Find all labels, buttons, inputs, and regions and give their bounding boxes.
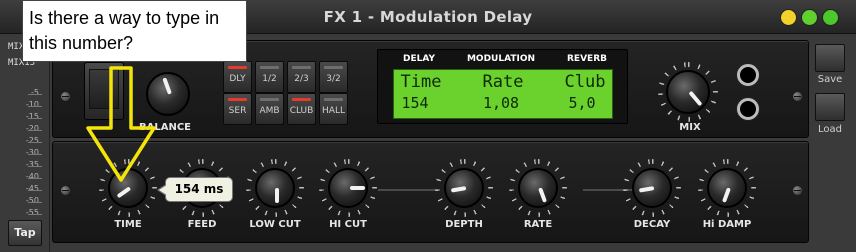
scale-tick [28, 94, 42, 95]
fx-button-label: 2/3 [294, 74, 309, 84]
load-button[interactable]: Load [812, 93, 848, 135]
fx-button-3-2[interactable]: 3/2 [319, 61, 348, 93]
mix-label-knob: MIX [679, 122, 701, 133]
save-button[interactable]: Save [812, 44, 848, 85]
scale-tick-label: -30 [25, 148, 39, 157]
scale-tick [28, 118, 42, 119]
fx-button-2-3[interactable]: 2/3 [287, 61, 316, 93]
minimize-icon[interactable] [780, 9, 797, 26]
lcd-name-club: Club [564, 72, 606, 92]
led-indicator [292, 98, 311, 101]
fx-button-label: SER [228, 106, 247, 116]
led-indicator [228, 98, 247, 101]
left-panel: MIX MIX13 Tap -5 -10 -15 -20 -25 -30 -35 -40 -45… [0, 34, 50, 252]
fx-button-dly[interactable]: DLY [223, 61, 252, 93]
time-knob[interactable] [108, 168, 148, 208]
save-label: Save [817, 74, 843, 85]
low-cut-knob[interactable] [255, 168, 295, 208]
fx-button-label: 3/2 [326, 74, 341, 84]
scale-tick-label: -5 [31, 88, 39, 97]
lcd-header-delay: DELAY [403, 54, 435, 64]
lcd-value-rate: 1,08 [482, 94, 520, 112]
fx-button-label: DLY [229, 74, 246, 84]
scale-tick-label: -50 [25, 196, 39, 205]
close-icon[interactable] [822, 9, 839, 26]
lcd-value-club: 5,0 [568, 94, 596, 112]
fx-button-label: CLUB [289, 106, 314, 116]
scale-tick [28, 202, 42, 203]
scale-tick [28, 154, 42, 155]
knob-label: Hi DAMP [702, 219, 752, 230]
hi-damp-knob[interactable] [707, 168, 747, 208]
fx-button-label: HALL [322, 106, 345, 116]
led-indicator [324, 66, 343, 69]
scale-tick [28, 106, 42, 107]
scale-tick [28, 130, 42, 131]
scale-tick-label: -35 [25, 160, 39, 169]
screw-icon [793, 92, 802, 101]
led-indicator [260, 66, 279, 69]
led-indicator [324, 98, 343, 101]
scale-tick-label: -25 [25, 136, 39, 145]
balance-knob[interactable] [146, 72, 190, 116]
folder-icon [815, 93, 845, 121]
screw-icon [61, 92, 70, 101]
led-indicator [292, 66, 311, 69]
fx-button-1-2[interactable]: 1/2 [255, 61, 284, 93]
scale-tick-label: -10 [25, 100, 39, 109]
scale-tick-label: -45 [25, 184, 39, 193]
lcd-name-rate: Rate [482, 72, 524, 92]
tap-button[interactable]: Tap [8, 220, 42, 246]
scale-tick-label: -55 [25, 208, 39, 217]
fx-button-hall[interactable]: HALL [319, 93, 348, 125]
depth-knob[interactable] [444, 168, 484, 208]
restore-icon[interactable] [801, 9, 818, 26]
scale-tick-label: -20 [25, 124, 39, 133]
output-jack-icon [737, 98, 759, 120]
scale-tick-label: -40 [25, 172, 39, 181]
scale-tick-label: -15 [25, 112, 39, 121]
lcd-screen: Time Rate Club 154 1,08 5,0 [393, 69, 613, 119]
lcd-header-reverb: REVERB [567, 54, 607, 64]
scale-tick [28, 214, 42, 215]
load-label: Load [818, 124, 842, 135]
screw-icon [793, 186, 802, 195]
annotation-callout: Is there a way to type in this number? [22, 0, 247, 62]
fx-button-label: AMB [259, 106, 280, 116]
fx-button-club[interactable]: CLUB [287, 93, 316, 125]
led-indicator [260, 98, 279, 101]
fx-button-ser[interactable]: SER [223, 93, 252, 125]
fx-button-label: 1/2 [262, 74, 277, 84]
mix-knob[interactable] [666, 70, 710, 114]
lcd-name-time: Time [400, 72, 442, 92]
knob-label: RATE [523, 219, 553, 230]
decay-knob[interactable] [632, 168, 672, 208]
save-icon [815, 44, 845, 72]
input-jack-icon [737, 64, 759, 86]
rate-knob[interactable] [518, 168, 558, 208]
screw-icon [61, 186, 70, 195]
lcd-display: DELAY MODULATION REVERB Time Rate Club 1… [377, 49, 628, 124]
divider-line [378, 189, 438, 191]
knob-label: HI CUT [329, 219, 367, 230]
balance-label: BALANCE [138, 122, 191, 133]
hi-cut-knob[interactable] [328, 168, 368, 208]
scale-tick [28, 190, 42, 191]
led-indicator [228, 66, 247, 69]
bypass-switch[interactable] [84, 62, 124, 120]
lcd-value-time: 154 [401, 94, 429, 112]
time-value-tooltip: 154 ms [157, 177, 233, 202]
fx-button-amb[interactable]: AMB [255, 93, 284, 125]
tap-label: Tap [14, 226, 36, 239]
scale-tick [28, 178, 42, 179]
scale-tick [28, 166, 42, 167]
lcd-header-modulation: MODULATION [466, 54, 536, 64]
scale-tick [28, 142, 42, 143]
